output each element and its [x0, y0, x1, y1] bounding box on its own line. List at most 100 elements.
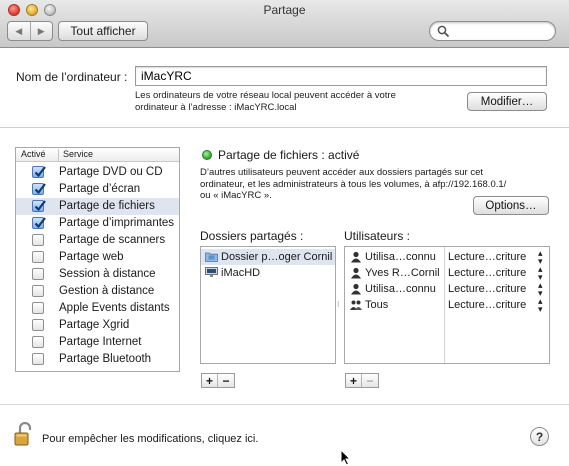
window-title: Partage	[263, 3, 306, 17]
service-label: Partage Bluetooth	[59, 353, 152, 365]
status-indicator-icon	[202, 150, 212, 160]
description-line-2: ordinateur, et les administrateurs à tou…	[200, 178, 507, 190]
shared-folder-label: iMacHD	[221, 267, 261, 279]
checkmark-icon	[34, 200, 46, 212]
forward-button[interactable]: ▶	[31, 22, 53, 40]
services-list: Activé Service Partage DVD ou CD Partage …	[15, 147, 180, 372]
computer-name-label: Nom de l’ordinateur :	[16, 70, 128, 84]
service-checkbox[interactable]	[32, 268, 44, 280]
service-status-title: Partage de fichiers : activé	[218, 148, 360, 162]
service-checkbox[interactable]	[32, 302, 44, 314]
back-forward-control: ◀ ▶	[7, 21, 53, 41]
shared-folder-row[interactable]: iMacHD	[201, 265, 335, 281]
description-line-1: D’autres utilisateurs peuvent accéder au…	[200, 167, 484, 178]
user-row[interactable]: Utilisa…connu Lecture…criture ▴ ▾	[345, 249, 549, 266]
remove-user-button[interactable]: −	[362, 374, 378, 387]
service-label: Partage d’écran	[59, 183, 141, 195]
back-arrow-icon: ◀	[15, 25, 23, 36]
service-row[interactable]: Partage Bluetooth	[16, 351, 179, 368]
remove-shared-folder-button[interactable]: −	[218, 374, 234, 387]
drive-icon	[205, 267, 218, 277]
options-button[interactable]: Options…	[473, 196, 549, 215]
computer-address-note: Les ordinateurs de votre réseau local pe…	[135, 90, 435, 114]
user-name: Yves R…Cornil	[365, 267, 440, 279]
column-header-service[interactable]: Service	[58, 149, 93, 161]
shared-folder-row[interactable]: Dossier p…oger Cornil	[201, 249, 335, 265]
popup-arrows-icon[interactable]: ▴ ▾	[538, 281, 543, 298]
user-permission-popup[interactable]: Lecture…criture	[448, 299, 526, 311]
user-icon	[351, 283, 361, 295]
service-row[interactable]: Apple Events distants	[16, 300, 179, 317]
help-button[interactable]: ?	[530, 427, 549, 446]
user-permission-popup[interactable]: Lecture…criture	[448, 251, 526, 263]
service-label: Partage d’imprimantes	[59, 217, 175, 229]
add-user-button[interactable]: +	[346, 374, 362, 387]
checkmark-icon	[34, 217, 46, 229]
user-permission-popup[interactable]: Lecture…criture	[448, 267, 526, 279]
service-row[interactable]: Partage de scanners	[16, 232, 179, 249]
user-row[interactable]: Yves R…Cornil Lecture…criture ▴ ▾	[345, 265, 549, 282]
search-input[interactable]	[454, 24, 550, 38]
computer-name-field[interactable]	[135, 66, 547, 86]
service-checkbox[interactable]	[32, 217, 46, 229]
service-label: Session à distance	[59, 268, 156, 280]
service-row[interactable]: Partage Xgrid	[16, 317, 179, 334]
footer-divider	[0, 404, 569, 405]
computer-name-input[interactable]	[136, 67, 546, 85]
service-label: Apple Events distants	[59, 302, 170, 314]
user-permission-popup[interactable]: Lecture…criture	[448, 283, 526, 295]
lock-icon[interactable]	[14, 422, 34, 446]
group-icon	[350, 300, 362, 310]
search-icon	[437, 25, 450, 38]
service-row[interactable]: Partage DVD ou CD	[16, 164, 179, 181]
popup-arrows-icon[interactable]: ▴ ▾	[538, 297, 543, 314]
service-row[interactable]: Partage de fichiers	[16, 198, 179, 215]
column-resize-handle[interactable]: ⁝	[337, 300, 340, 309]
mouse-cursor-icon	[340, 449, 352, 466]
service-label: Partage Xgrid	[59, 319, 130, 331]
shared-folder-label: Dossier p…oger Cornil	[221, 251, 333, 263]
service-row[interactable]: Partage web	[16, 249, 179, 266]
service-checkbox[interactable]	[32, 200, 46, 212]
modify-button[interactable]: Modifier…	[467, 92, 547, 111]
column-header-active[interactable]: Activé	[21, 149, 46, 159]
service-checkbox[interactable]	[32, 336, 44, 348]
users-add-remove: + −	[345, 373, 379, 388]
users-list: Utilisa…connu Lecture…criture ▴ ▾ Yves R…Cor…	[344, 246, 550, 364]
service-label: Partage de fichiers	[59, 200, 155, 212]
note-line-1: Les ordinateurs de votre réseau local pe…	[135, 90, 396, 101]
service-checkbox[interactable]	[32, 166, 46, 178]
service-checkbox[interactable]	[32, 319, 44, 331]
service-row[interactable]: Partage Internet	[16, 334, 179, 351]
service-row[interactable]: Gestion à distance	[16, 283, 179, 300]
lock-message[interactable]: Pour empêcher les modifications, cliquez…	[42, 433, 258, 445]
user-icon	[351, 267, 361, 279]
popup-arrows-icon[interactable]: ▴ ▾	[538, 265, 543, 282]
service-label: Gestion à distance	[59, 285, 155, 297]
back-button[interactable]: ◀	[8, 22, 31, 40]
service-row[interactable]: Partage d’écran	[16, 181, 179, 198]
service-checkbox[interactable]	[32, 234, 44, 246]
search-field[interactable]	[429, 21, 556, 41]
service-checkbox[interactable]	[32, 251, 44, 263]
shared-folders-list: Dossier p…oger Cornil iMacHD	[200, 246, 336, 364]
shared-folders-add-remove: + −	[201, 373, 235, 388]
user-name: Utilisa…connu	[365, 283, 436, 295]
service-label: Partage DVD ou CD	[59, 166, 163, 178]
checkmark-icon	[34, 183, 46, 195]
services-list-header: Activé Service	[16, 148, 179, 162]
show-all-button[interactable]: Tout afficher	[58, 21, 148, 41]
user-icon	[351, 251, 361, 263]
user-name: Tous	[365, 299, 389, 311]
service-checkbox[interactable]	[32, 183, 46, 195]
service-checkbox[interactable]	[32, 353, 44, 365]
section-divider	[0, 127, 569, 128]
service-row[interactable]: Partage d’imprimantes	[16, 215, 179, 232]
user-row[interactable]: Utilisa…connu Lecture…criture ▴ ▾	[345, 281, 549, 298]
service-checkbox[interactable]	[32, 285, 44, 297]
folder-icon	[205, 252, 218, 262]
popup-arrows-icon[interactable]: ▴ ▾	[538, 249, 543, 266]
add-shared-folder-button[interactable]: +	[202, 374, 218, 387]
user-row[interactable]: Tous Lecture…criture ▴ ▾	[345, 297, 549, 314]
service-row[interactable]: Session à distance	[16, 266, 179, 283]
